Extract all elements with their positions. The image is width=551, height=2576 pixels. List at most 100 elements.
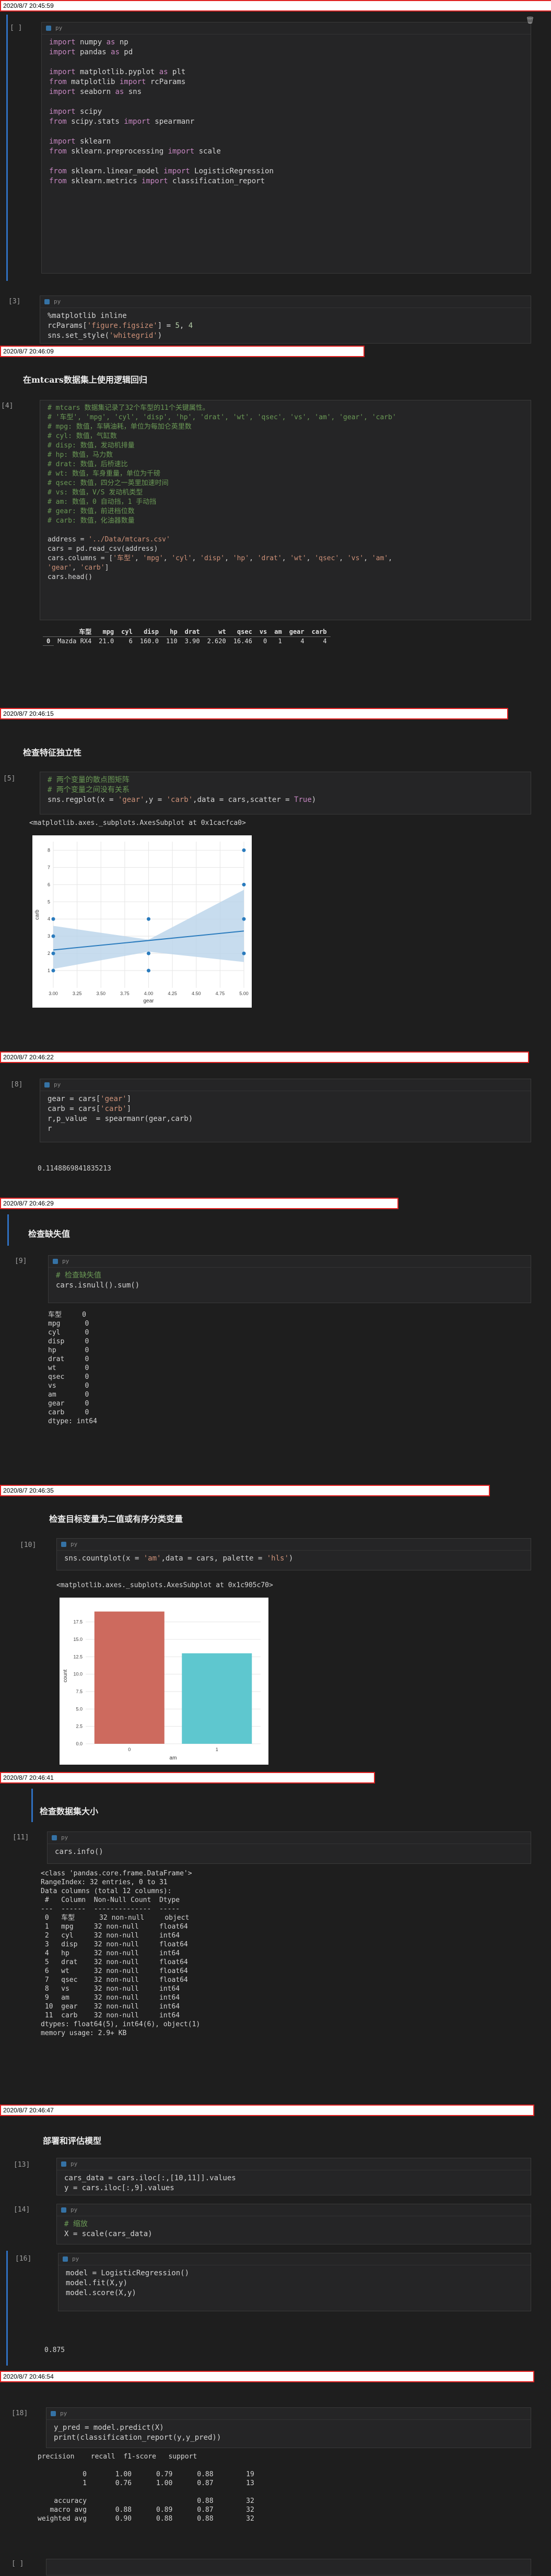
- delete-cell-icon[interactable]: 🗑: [525, 17, 534, 25]
- y-tick-label: 17.5: [73, 1620, 83, 1625]
- data-point: [147, 917, 150, 921]
- timestamp-text: 2020/8/7 20:46:09: [3, 348, 54, 355]
- code-editor[interactable]: py # 检查缺失值 cars.isnull().sum(): [48, 1255, 531, 1303]
- code-cell-report[interactable]: [18] py y_pred = model.predict(X) print(…: [6, 2401, 547, 2547]
- editor-toolbar: py: [57, 2158, 531, 2170]
- python-icon: [44, 299, 50, 304]
- timestamp-text: 2020/8/7 20:46:15: [3, 710, 54, 717]
- table-header-cell: hp: [162, 627, 181, 637]
- cell-prompt: [4]: [1, 402, 14, 410]
- code-editor[interactable]: py cars.info(): [47, 1831, 531, 1864]
- python-icon: [61, 2207, 66, 2213]
- code-editor[interactable]: # 两个变量的散点图矩阵 # 两个变量之间没有关系 sns.regplot(x …: [40, 772, 531, 814]
- dataframe-output: 车型 mpg cyl disp hp drat wt qsec vs am gear carb 0 Ma…: [43, 627, 331, 646]
- code-text[interactable]: import numpy as np import pandas as pd i…: [42, 34, 531, 191]
- notebook-segment: 检查数据集大小 [11] py cars.info() <class 'pand…: [0, 1783, 551, 2105]
- editor-toolbar: py: [48, 1832, 531, 1844]
- code-text[interactable]: sns.countplot(x = 'am',data = cars, pale…: [57, 1551, 531, 1568]
- y-tick-label: 0.0: [76, 1741, 83, 1746]
- code-text[interactable]: cars.info(): [48, 1844, 531, 1861]
- timestamp-bar: 2020/8/7 20:45:59: [0, 0, 551, 11]
- data-point: [242, 951, 246, 955]
- code-cell-scale[interactable]: [14] py # 缩放 X = scale(cars_data): [6, 2202, 547, 2249]
- code-editor[interactable]: py gear = cars['gear'] carb = cars['carb…: [40, 1079, 531, 1142]
- code-cell-spearman[interactable]: [8] py gear = cars['gear'] carb = cars['…: [6, 1073, 547, 1188]
- table-cell: Mazda RX4: [57, 637, 92, 645]
- timestamp-bar: 2020/8/7 20:46:54: [0, 2371, 534, 2382]
- code-cell-isnull[interactable]: [9] py # 检查缺失值 cars.isnull().sum() 车型 0 …: [6, 1249, 547, 1479]
- y-tick-label: 7.5: [76, 1689, 83, 1694]
- section-heading: 检查缺失值: [28, 1229, 71, 1239]
- x-tick-label: 4.00: [144, 991, 154, 996]
- table-cell: 1: [278, 637, 282, 645]
- timestamp-text: 2020/8/7 20:45:59: [3, 2, 54, 9]
- code-editor[interactable]: # mtcars 数据集记录了32个车型的11个关键属性。 # '车型', 'm…: [40, 400, 531, 620]
- timestamp-text: 2020/8/7 20:46:22: [3, 1054, 54, 1061]
- table-header-cell: wt: [203, 627, 230, 637]
- code-cell-split[interactable]: [13] py cars_data = cars.iloc[:,[10,11]]…: [6, 2153, 547, 2200]
- countplot-svg: 17.5 15.0 12.5 10.0 7.5 5.0 2.5 0.0 0 1 am count: [63, 1611, 261, 1761]
- editor-toolbar: py: [58, 2253, 531, 2265]
- python-icon: [51, 2411, 56, 2416]
- python-icon: [52, 1835, 57, 1840]
- code-editor[interactable]: py %matplotlib inline rcParams['figure.f…: [40, 296, 531, 344]
- code-editor[interactable]: py # 缩放 X = scale(cars_data): [56, 2204, 531, 2244]
- code-editor[interactable]: py sns.countplot(x = 'am',data = cars, p…: [56, 1538, 531, 1570]
- code-text[interactable]: y_pred = model.predict(X) print(classifi…: [46, 2420, 531, 2447]
- code-cell-regplot[interactable]: [5] # 两个变量的散点图矩阵 # 两个变量之间没有关系 sns.regplo…: [3, 766, 547, 1048]
- code-editor[interactable]: py model = LogisticRegression() model.fi…: [58, 2253, 531, 2311]
- data-point: [147, 951, 150, 955]
- info-output: <class 'pandas.core.frame.DataFrame'> Ra…: [41, 1870, 201, 2037]
- table-cell: 0: [43, 636, 54, 646]
- y-tick-label: 15.0: [73, 1637, 83, 1642]
- code-editor[interactable]: py cars_data = cars.iloc[:,[10,11]].valu…: [56, 2158, 531, 2195]
- y-tick-label: 5: [48, 899, 50, 904]
- code-cell-matplotlib[interactable]: [3] py %matplotlib inline rcParams['figu…: [6, 293, 547, 346]
- timestamp-text: 2020/8/7 20:46:47: [3, 2107, 54, 2114]
- data-point: [242, 848, 246, 852]
- y-tick-label: 4: [48, 916, 50, 921]
- y-axis-label: count: [63, 1670, 68, 1683]
- timestamp-bar: 2020/8/7 20:46:41: [0, 1772, 375, 1783]
- code-cell-countplot[interactable]: [10] py sns.countplot(x = 'am',data = ca…: [6, 1533, 547, 1768]
- data-point: [147, 968, 150, 973]
- x-tick-label: 4.50: [192, 991, 201, 996]
- code-cell-load-data[interactable]: [4] # mtcars 数据集记录了32个车型的11个关键属性。 # '车型'…: [1, 394, 547, 676]
- x-tick-label: 3.00: [49, 991, 58, 996]
- code-cell-imports[interactable]: [ ] py import numpy as np import pandas …: [6, 15, 547, 281]
- code-text[interactable]: gear = cars['gear'] carb = cars['carb'] …: [40, 1091, 531, 1138]
- code-text[interactable]: model = LogisticRegression() model.fit(X…: [58, 2265, 531, 2302]
- head-table: 车型 mpg cyl disp hp drat wt qsec vs am gear carb 0 Ma…: [43, 627, 331, 646]
- code-cell-info[interactable]: [11] py cars.info() <class 'pandas.core.…: [6, 1825, 547, 2097]
- table-header-cell: qsec: [229, 627, 256, 637]
- section-heading: 检查特征独立性: [23, 748, 82, 758]
- python-icon: [61, 1542, 66, 1547]
- python-icon: [53, 1259, 58, 1264]
- code-text[interactable]: # mtcars 数据集记录了32个车型的11个关键属性。 # '车型', 'm…: [40, 400, 531, 586]
- table-header-cell: vs: [255, 627, 271, 637]
- code-cell-fit[interactable]: [16] py model = LogisticRegression() mod…: [6, 2251, 547, 2366]
- code-text[interactable]: cars_data = cars.iloc[:,[10,11]].values …: [57, 2170, 531, 2197]
- y-tick-label: 8: [48, 847, 50, 853]
- code-text[interactable]: # 检查缺失值 cars.isnull().sum(): [49, 1268, 531, 1295]
- selected-cell-marker: [7, 1214, 9, 1246]
- table-row: 0 Mazda RX4 21.0 6 160.0 110 3.90 2.620 16.46 0 1 4…: [43, 636, 331, 646]
- code-editor[interactable]: py y_pred = model.predict(X) print(class…: [46, 2407, 531, 2448]
- python-icon: [63, 2256, 68, 2262]
- table-header-cell: gear: [285, 627, 308, 637]
- code-editor[interactable]: py import numpy as np import pandas as p…: [41, 22, 531, 274]
- cell-prompt: [9]: [15, 1257, 27, 1265]
- code-text[interactable]: # 两个变量的散点图矩阵 # 两个变量之间没有关系 sns.regplot(x …: [40, 772, 531, 809]
- code-text[interactable]: %matplotlib inline rcParams['figure.figs…: [40, 308, 531, 345]
- y-tick-label: 1: [48, 968, 50, 973]
- data-point: [242, 917, 246, 921]
- editor-toolbar: py: [42, 22, 531, 34]
- timestamp-bar: 2020/8/7 20:46:29: [0, 1198, 398, 1209]
- code-cell-empty[interactable]: [ ]: [6, 2559, 547, 2575]
- timestamp-bar: 2020/8/7 20:46:47: [0, 2105, 534, 2116]
- y-tick-label: 2.5: [76, 1724, 83, 1729]
- timestamp-text: 2020/8/7 20:46:54: [3, 2373, 54, 2380]
- code-text[interactable]: # 缩放 X = scale(cars_data): [57, 2216, 531, 2243]
- cell-prompt: [14]: [14, 2206, 30, 2214]
- code-editor[interactable]: [46, 2559, 531, 2575]
